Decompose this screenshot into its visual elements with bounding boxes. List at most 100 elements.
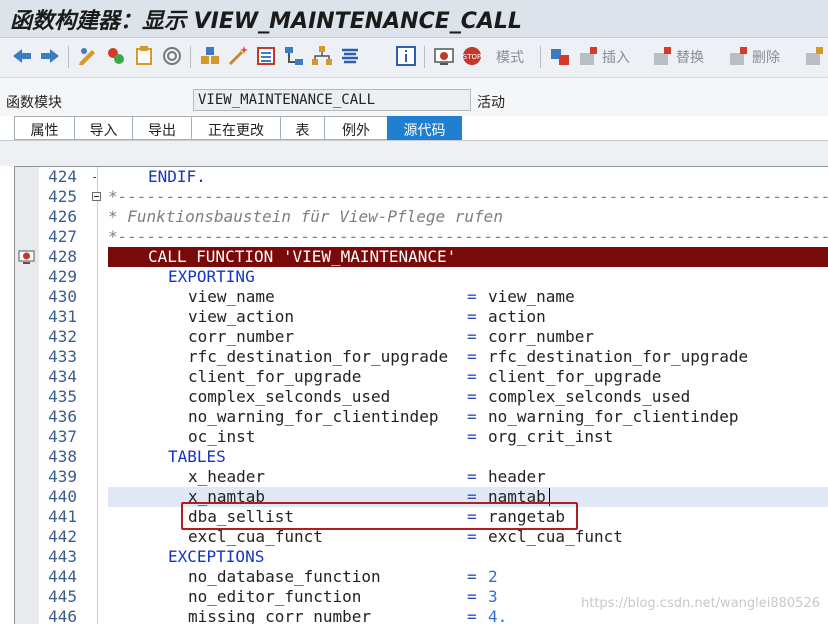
param-line: 431 view_action = action [15, 307, 828, 327]
param-name: excl_cua_funct [188, 527, 323, 546]
param-name: no_warning_for_clientindep [188, 407, 439, 426]
code-line-breakpoint: 428 CALL FUNCTION 'VIEW_MAINTENANCE' [15, 247, 828, 267]
param-value: action [488, 307, 546, 326]
equals-sign: = [467, 587, 477, 606]
param-line: 444 no_database_function = 2 [15, 567, 828, 587]
comment-text: *---------------------------------------… [108, 227, 828, 246]
more-icon[interactable] [802, 44, 826, 68]
equals-sign: = [467, 427, 477, 446]
line-number: 426 [48, 207, 77, 226]
code-line: 443 EXCEPTIONS [15, 547, 828, 567]
toolbar-separator [68, 46, 69, 68]
tab-tables[interactable]: 表 [280, 116, 324, 140]
insert-icon[interactable] [576, 44, 600, 68]
param-value: org_crit_inst [488, 427, 614, 446]
param-name: complex_selconds_used [188, 387, 391, 406]
insert-button[interactable]: 插入 [602, 47, 630, 67]
stack-icon[interactable] [338, 44, 362, 68]
tab-changing[interactable]: 正在更改 [191, 116, 280, 140]
status-text: 活动 [477, 95, 505, 111]
param-name: view_name [188, 287, 275, 306]
param-line: 434 client_for_upgrade = client_for_upgr… [15, 367, 828, 387]
forward-arrow-icon[interactable] [38, 44, 62, 68]
annotation-highlight-box [181, 502, 578, 530]
abap-code-editor[interactable]: 424 - ENDIF. 425 *----------------------… [14, 166, 828, 624]
param-value: excl_cua_funct [488, 527, 623, 546]
param-line: 435 complex_selconds_used = complex_selc… [15, 387, 828, 407]
active-inactive-icon[interactable] [104, 44, 128, 68]
param-name: missing_corr_number [188, 607, 372, 624]
code-line: 425 *-----------------------------------… [15, 187, 828, 207]
param-line: 432 corr_number = corr_number [15, 327, 828, 347]
param-name: no_database_function [188, 567, 381, 586]
info-icon[interactable] [394, 44, 418, 68]
delete-button[interactable]: 删除 [752, 47, 780, 67]
list-window-icon[interactable] [254, 44, 278, 68]
param-value: corr_number [488, 327, 594, 346]
line-number: 432 [48, 327, 77, 346]
display-change-icon[interactable] [76, 44, 100, 68]
param-line: 437 oc_inst = org_crit_inst [15, 427, 828, 447]
param-line: 430 view_name = view_name [15, 287, 828, 307]
code-text: EXCEPTIONS [168, 547, 265, 566]
title-bar: 函数构建器：显示 VIEW_MAINTENANCE_CALL [0, 0, 828, 38]
stop-breakpoint-icon[interactable]: STOP [460, 44, 484, 68]
mode-button[interactable]: 模式 [496, 47, 524, 67]
application-toolbar: STOP 模式 插入 替换 删除 [0, 38, 828, 78]
tab-import[interactable]: 导入 [74, 116, 132, 140]
fold-toggle-icon[interactable] [92, 192, 101, 201]
line-number: 427 [48, 227, 77, 246]
where-used-icon[interactable] [198, 44, 222, 68]
delete-icon[interactable] [726, 44, 750, 68]
param-value: view_name [488, 287, 575, 306]
other-object-icon[interactable] [132, 44, 156, 68]
param-value: no_warning_for_clientindep [488, 407, 739, 426]
code-line: 424 - ENDIF. [15, 167, 828, 187]
param-value: 4. [488, 607, 508, 624]
equals-sign: = [467, 307, 477, 326]
pattern-icon[interactable] [548, 44, 572, 68]
magic-wand-icon[interactable] [226, 44, 250, 68]
tab-exceptions[interactable]: 例外 [324, 116, 387, 140]
replace-icon[interactable] [650, 44, 674, 68]
line-number: 437 [48, 427, 77, 446]
back-arrow-icon[interactable] [10, 44, 34, 68]
line-number: 430 [48, 287, 77, 306]
param-value: 2 [488, 567, 498, 586]
tab-export[interactable]: 导出 [132, 116, 191, 140]
line-number: 440 [48, 487, 77, 506]
toolbar-separator [540, 46, 541, 68]
param-line: 442 excl_cua_funct = excl_cua_funct [15, 527, 828, 547]
line-number: 424 [48, 167, 77, 186]
function-module-field[interactable]: VIEW_MAINTENANCE_CALL [193, 89, 471, 111]
param-name: x_header [188, 467, 266, 486]
line-number: 435 [48, 387, 77, 406]
equals-sign: = [467, 287, 477, 306]
spiral-check-icon[interactable] [160, 44, 184, 68]
line-number: 443 [48, 547, 77, 566]
watermark-text: https://blog.csdn.net/wanglei880526 [581, 596, 820, 611]
line-number: 445 [48, 587, 77, 606]
org-tree-icon[interactable] [310, 44, 334, 68]
param-name: view_action [188, 307, 294, 326]
equals-sign: = [467, 467, 477, 486]
function-module-label: 函数模块 [6, 95, 62, 111]
param-line: 436 no_warning_for_clientindep = no_warn… [15, 407, 828, 427]
replace-button[interactable]: 替换 [676, 47, 704, 67]
equals-sign: = [467, 367, 477, 386]
code-text: EXPORTING [168, 267, 255, 286]
line-number: 436 [48, 407, 77, 426]
hierarchy-icon[interactable] [282, 44, 306, 68]
svg-text:STOP: STOP [463, 53, 481, 61]
equals-sign: = [467, 567, 477, 586]
equals-sign: = [467, 387, 477, 406]
tab-source-code[interactable]: 源代码 [387, 116, 462, 140]
line-number: 446 [48, 607, 77, 624]
line-number: 433 [48, 347, 77, 366]
param-value: complex_selconds_used [488, 387, 691, 406]
breakpoint-icon[interactable] [18, 250, 35, 264]
set-breakpoint-icon[interactable] [432, 44, 456, 68]
line-number: 438 [48, 447, 77, 466]
tab-attributes[interactable]: 属性 [14, 116, 74, 140]
param-value: client_for_upgrade [488, 367, 662, 386]
